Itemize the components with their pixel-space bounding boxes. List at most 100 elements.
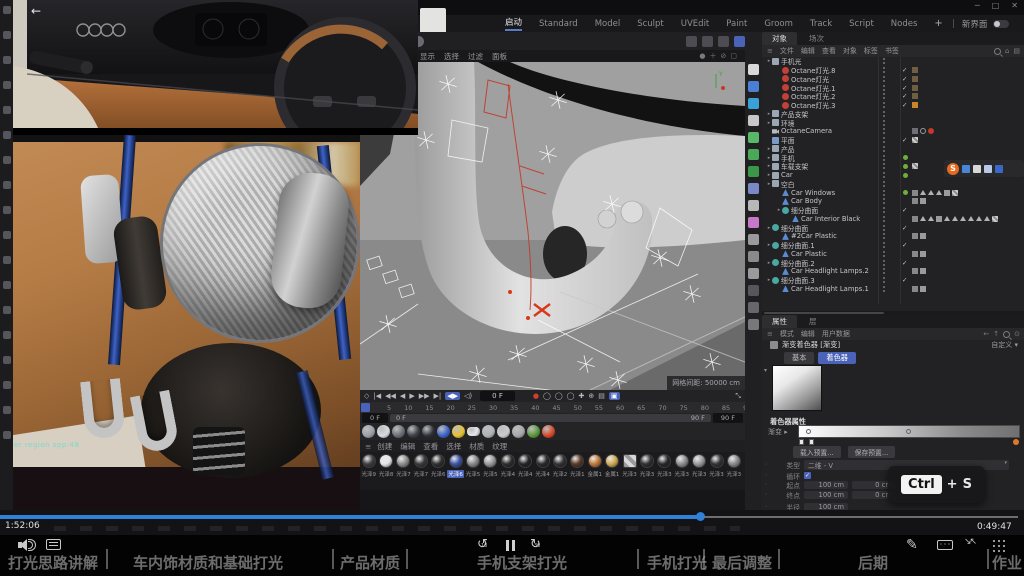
param-checkbox[interactable]: ✓ bbox=[804, 472, 811, 479]
tree-row[interactable]: ▸细分曲面.2✓ bbox=[762, 258, 1024, 267]
viewport-menu-2[interactable]: 选择 bbox=[444, 51, 459, 62]
layer-dots-icon[interactable] bbox=[882, 190, 892, 196]
tag-F-icon[interactable] bbox=[912, 233, 918, 239]
material-swatch[interactable]: 光泽4 bbox=[499, 454, 516, 490]
search-icon[interactable] bbox=[994, 48, 1001, 55]
material-menu-5[interactable]: 材质 bbox=[469, 441, 484, 452]
bell-icon[interactable] bbox=[512, 425, 525, 438]
range-end-field[interactable]: 90 F bbox=[713, 413, 743, 423]
lock-icon[interactable]: ⊙ bbox=[1014, 330, 1020, 338]
camera-icon[interactable] bbox=[984, 165, 992, 173]
material-dark-icon[interactable] bbox=[407, 425, 420, 438]
ui-toggle[interactable] bbox=[993, 20, 1009, 28]
vegetation-icon[interactable] bbox=[527, 425, 540, 438]
magnet-icon[interactable]: ▣ bbox=[609, 392, 620, 400]
tag-F-icon[interactable] bbox=[912, 190, 918, 196]
picture-viewer[interactable]: ← bbox=[13, 0, 418, 135]
tag-tex-icon[interactable] bbox=[992, 216, 998, 222]
layer-dots-icon[interactable] bbox=[882, 58, 892, 64]
material-swatch[interactable]: 光泽6 bbox=[430, 454, 447, 490]
volume-icon[interactable] bbox=[748, 183, 759, 194]
tag-tex-icon[interactable] bbox=[952, 190, 958, 196]
pause-icon[interactable] bbox=[506, 540, 516, 551]
tag-tri-icon[interactable] bbox=[920, 190, 926, 195]
tree-row[interactable]: ▸细分曲面.3✓ bbox=[762, 276, 1024, 285]
sphere-icon[interactable] bbox=[748, 98, 759, 109]
disable-icon[interactable]: ⊘ bbox=[721, 52, 727, 60]
material-menu-1[interactable]: 创建 bbox=[377, 441, 392, 452]
tag-F-icon[interactable] bbox=[912, 251, 918, 257]
tree-row[interactable]: ▸产品支架 bbox=[762, 110, 1024, 119]
enable-check-icon[interactable]: ✓ bbox=[902, 224, 907, 232]
om-menu-3[interactable]: 查看 bbox=[822, 46, 836, 56]
chapter-6[interactable]: 最后调整 bbox=[712, 552, 772, 573]
material-swatch[interactable]: 光泽3 bbox=[690, 454, 707, 490]
current-frame-field[interactable]: 0 F bbox=[480, 391, 515, 401]
gradient-preview[interactable] bbox=[772, 365, 822, 411]
range-start-field[interactable]: 0 F bbox=[362, 413, 388, 423]
recorder-overlay[interactable]: S bbox=[944, 160, 1024, 177]
om-tab-2[interactable]: 场次 bbox=[799, 32, 834, 45]
attr-tab-2[interactable]: 层 bbox=[799, 315, 827, 328]
pill-icon[interactable] bbox=[467, 427, 480, 436]
param-expander-icon[interactable]: ◦ bbox=[762, 492, 770, 498]
material-darker-icon[interactable] bbox=[422, 425, 435, 438]
chapter-4[interactable]: 手机支架打光 bbox=[477, 552, 567, 573]
tool-icon[interactable] bbox=[3, 181, 11, 189]
enabled-dot-icon[interactable] bbox=[903, 173, 908, 178]
goto-end-icon[interactable]: ▶| bbox=[433, 392, 441, 400]
section-tab[interactable]: 着色器 bbox=[818, 352, 856, 364]
enable-check-icon[interactable]: ✓ bbox=[902, 66, 907, 74]
text-icon[interactable] bbox=[748, 115, 759, 126]
tag-F-icon[interactable] bbox=[912, 286, 918, 292]
material-swatch[interactable]: 金属1 bbox=[603, 454, 620, 490]
sound-icon[interactable]: ◁) bbox=[464, 392, 472, 400]
tag-dark-icon[interactable] bbox=[912, 67, 918, 73]
tag-sq-icon[interactable] bbox=[920, 233, 926, 239]
enable-check-icon[interactable]: ✓ bbox=[902, 259, 907, 267]
attr-menu-1[interactable]: 模式 bbox=[780, 329, 794, 339]
gradient-bar[interactable] bbox=[798, 425, 1020, 438]
next-frame-icon[interactable]: ▶▶ bbox=[419, 392, 430, 400]
layout-tab-1[interactable]: 启动 bbox=[505, 16, 522, 31]
preset-button[interactable]: 载入预置... bbox=[793, 446, 841, 458]
section-tab[interactable]: 基本 bbox=[784, 352, 814, 364]
tool-icon[interactable] bbox=[3, 81, 11, 89]
tree-row[interactable]: ▸空白 bbox=[762, 180, 1024, 189]
key-rotation-icon[interactable]: ◯ bbox=[567, 392, 575, 400]
tag-dark-icon[interactable] bbox=[912, 76, 918, 82]
play-icon[interactable]: ▶ bbox=[409, 392, 414, 400]
layout-tab-9[interactable]: Script bbox=[849, 19, 874, 29]
layer-dots-icon[interactable] bbox=[882, 93, 892, 99]
layer-dots-icon[interactable] bbox=[882, 172, 892, 178]
material-swatch[interactable]: 光泽3 bbox=[708, 454, 725, 490]
tag-tri-icon[interactable] bbox=[960, 216, 966, 221]
enable-check-icon[interactable]: ✓ bbox=[902, 101, 907, 109]
layer-dots-icon[interactable] bbox=[882, 137, 892, 143]
chapter-5[interactable]: 手机打光 bbox=[647, 552, 707, 573]
material-swatch[interactable]: 光泽3 bbox=[638, 454, 655, 490]
tag-tri-icon[interactable] bbox=[976, 216, 982, 221]
edit-icon[interactable]: ✎ bbox=[906, 537, 918, 553]
layer-dots-icon[interactable] bbox=[882, 216, 892, 222]
material-menu-6[interactable]: 纹理 bbox=[492, 441, 507, 452]
replay-10-icon[interactable]: ↺10 bbox=[477, 537, 488, 552]
interactive-render-icon[interactable] bbox=[734, 36, 745, 47]
param-field[interactable]: 100 cm bbox=[804, 481, 848, 489]
tool-icon[interactable] bbox=[3, 206, 11, 214]
attr-tab-1[interactable]: 属性 bbox=[762, 315, 797, 328]
enabled-dot-icon[interactable] bbox=[903, 164, 908, 169]
material-swatch[interactable]: 光泽3 bbox=[725, 454, 742, 490]
layer-dots-icon[interactable] bbox=[882, 251, 892, 257]
layout-tab-8[interactable]: Track bbox=[810, 19, 832, 29]
om-menu-1[interactable]: 文件 bbox=[780, 46, 794, 56]
viewport-menu-3[interactable]: 过滤 bbox=[468, 51, 483, 62]
close-icon[interactable]: ✕ bbox=[1011, 1, 1018, 10]
layer-dots-icon[interactable] bbox=[882, 268, 892, 274]
environment-icon[interactable] bbox=[748, 251, 759, 262]
render-region-icon[interactable] bbox=[702, 36, 713, 47]
material-menu-4[interactable]: 选择 bbox=[446, 441, 461, 452]
tool-icon[interactable] bbox=[3, 31, 11, 39]
volume-icon[interactable] bbox=[18, 539, 34, 551]
om-tab-1[interactable]: 对象 bbox=[762, 32, 797, 45]
